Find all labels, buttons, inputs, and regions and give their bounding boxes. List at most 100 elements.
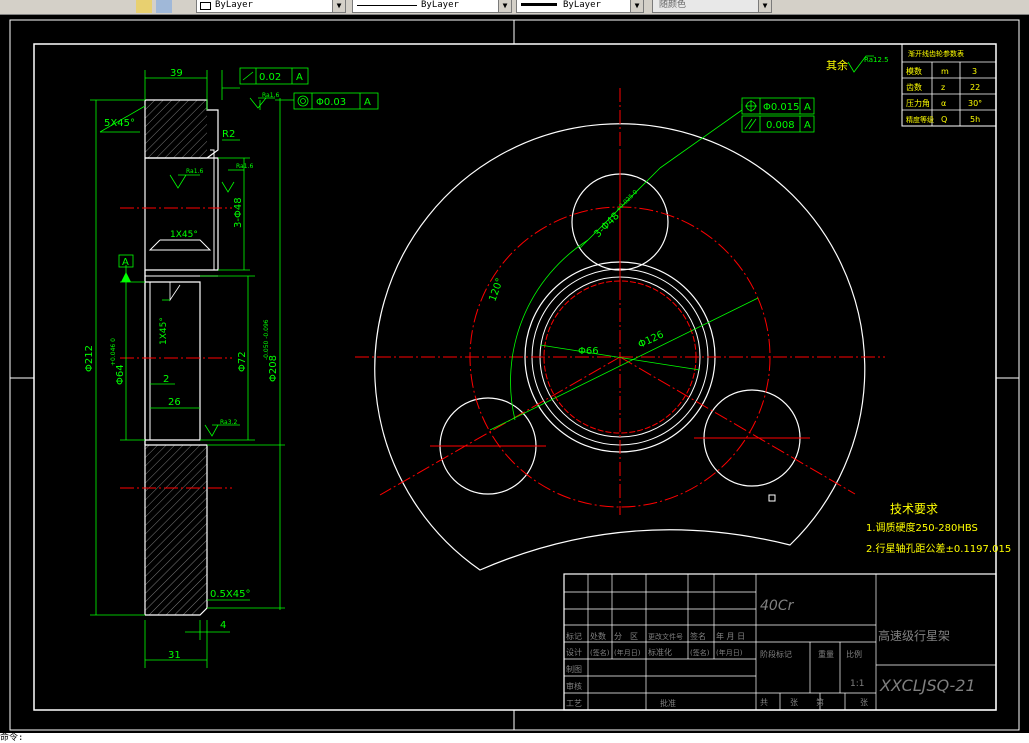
- dim-bore: Φ64: [115, 364, 126, 385]
- lineweight-dropdown[interactable]: ByLayer ▼: [516, 0, 644, 13]
- radius-label: R2: [222, 129, 235, 140]
- tb-stage-mark: 阶段标记: [760, 649, 792, 659]
- dim-66: Φ66: [578, 346, 599, 357]
- gear-row-symbol: z: [941, 83, 945, 92]
- gear-row-value: 3: [972, 67, 977, 76]
- dim-holes-front: 3-Φ48: [592, 211, 621, 240]
- scale-value: 1:1: [850, 679, 864, 689]
- dim-width-bottom: 31: [168, 650, 181, 661]
- lineweight-label: ByLayer: [563, 0, 601, 10]
- tb-header-zone: 区: [630, 632, 638, 641]
- section-view: A 0.02 A Φ0.03 A 39 31 4 26 2 5X45° 1X45…: [84, 67, 379, 668]
- color-dropdown[interactable]: ByLayer ▼: [196, 0, 346, 13]
- linetype-dropdown[interactable]: ByLayer ▼: [352, 0, 512, 13]
- gdt-parallel-value: 0.008: [766, 120, 795, 131]
- dim-26: 26: [168, 397, 181, 408]
- plotstyle-label: 随颜色: [659, 0, 687, 10]
- tb-row-draw: 制图: [566, 664, 582, 674]
- rest-roughness-label: 其余: [826, 58, 848, 72]
- layer-stack-icon[interactable]: [156, 0, 172, 13]
- tb-weight: 重量: [818, 649, 834, 659]
- plotstyle-dropdown[interactable]: 随颜色 ▼: [652, 0, 772, 13]
- tb-total: 共: [760, 698, 768, 707]
- gdt-position-datum: A: [804, 102, 811, 113]
- cursor-pickbox-icon: [768, 494, 776, 502]
- dim-width-top: 39: [170, 68, 183, 79]
- angle-120: 120°: [487, 277, 506, 303]
- gear-table-title: 渐开线齿轮参数表: [908, 49, 964, 58]
- linetype-sample: [357, 5, 417, 6]
- gear-parameter-table: 渐开线齿轮参数表 模数 m 3 齿数 z 22 压力角 α 30° 精度等级 Q…: [901, 43, 997, 127]
- gear-row-name: 压力角: [906, 98, 930, 108]
- tb-header-date: 年 月 日: [716, 631, 745, 641]
- drawing-canvas[interactable]: A 0.02 A Φ0.03 A 39 31 4 26 2 5X45° 1X45…: [0, 14, 1029, 733]
- color-label: ByLayer: [215, 0, 253, 10]
- tech-requirements-title: 技术要求: [890, 502, 938, 516]
- tech-requirement-1: 1.调质硬度250-280HBS: [866, 521, 978, 534]
- lineweight-sample: [521, 3, 557, 6]
- chamfer-inner: 1X45°: [159, 317, 169, 345]
- tech-requirement-2: 2.行星轴孔距公差±0.1197.015: [866, 542, 1011, 555]
- dim-72: Φ72: [237, 351, 248, 372]
- gear-row-name: 精度等级: [906, 115, 934, 124]
- gear-row-symbol: α: [941, 99, 946, 108]
- color-swatch: [200, 2, 211, 10]
- command-line[interactable]: 命令:: [0, 733, 1029, 743]
- gear-row-symbol: m: [941, 67, 949, 76]
- layer-tools-icon[interactable]: [136, 0, 152, 13]
- tb-row-design: 设计: [566, 647, 582, 657]
- gear-row-name: 模数: [906, 66, 922, 76]
- tb-header-mark: 标记: [566, 631, 582, 641]
- tb-header-doc: 更改文件号: [648, 632, 683, 641]
- gear-row-value: 30°: [968, 99, 982, 108]
- dim-outer-dia: Φ212: [84, 345, 95, 372]
- dim-gap: 4: [220, 620, 226, 631]
- rest-roughness-ra: Ra12.5: [864, 56, 889, 64]
- chevron-down-icon: ▼: [498, 0, 511, 12]
- gdt-flatness-value: 0.02: [259, 72, 281, 83]
- chevron-down-icon: ▼: [630, 0, 643, 12]
- dim-bore-tolerance: +0.046 0: [110, 338, 117, 366]
- tb-header-count: 处数: [590, 631, 606, 641]
- roughness-ra16-b: Ra1.6: [236, 163, 253, 170]
- tb-no: 第: [816, 697, 824, 707]
- roughness-ra16: Ra1.6: [186, 168, 203, 175]
- tb-ratio: 比例: [846, 649, 862, 659]
- dim-2: 2: [163, 374, 169, 385]
- tb-sheet-2: 张: [860, 698, 868, 707]
- command-prompt: 命令:: [0, 733, 24, 743]
- gdt-flatness-datum: A: [296, 72, 303, 83]
- chevron-down-icon: ▼: [332, 0, 345, 12]
- gdt-coaxiality-value: Φ0.03: [316, 97, 346, 108]
- tb-row-date-2: (年月日): [716, 648, 743, 657]
- tb-row-sign-2: (签名): [690, 648, 710, 657]
- tb-row-approve: 批准: [660, 698, 676, 708]
- gear-row-value: 22: [970, 83, 980, 92]
- gdt-position-value: Φ0.015: [763, 102, 800, 113]
- drawing-number: XXCLJSQ-21: [879, 676, 976, 695]
- dim-holes: 3-Φ48: [233, 197, 244, 228]
- tb-row-date: (年月日): [614, 648, 641, 657]
- part-name: 高速级行星架: [878, 628, 950, 643]
- chamfer-bottom: 0.5X45°: [210, 589, 250, 600]
- properties-toolbar: ByLayer ▼ ByLayer ▼ ByLayer ▼ 随颜色 ▼: [0, 0, 1029, 15]
- gdt-coaxiality-datum: A: [364, 97, 371, 108]
- gear-row-name: 齿数: [906, 82, 922, 92]
- notes: 其余 Ra12.5 技术要求 1.调质硬度250-280HBS 2.行星轴孔距公…: [826, 55, 1011, 555]
- front-view: Φ0.015 A 0.008 A Φ66 Φ126 120° 3-Φ48 +0.…: [355, 88, 885, 571]
- tb-row-std: 标准化: [648, 647, 672, 657]
- tb-header-sign: 签名: [690, 631, 706, 641]
- chamfer-mid: 1X45°: [170, 230, 198, 240]
- chamfer-top: 5X45°: [104, 118, 135, 129]
- gdt-parallel-datum: A: [804, 120, 811, 131]
- tb-row-sign: (签名): [590, 648, 610, 657]
- roughness-ra16-c: Ra1.6: [262, 92, 279, 99]
- datum-label: A: [122, 257, 129, 268]
- dim-208-tolerance: -0.050 -0.096: [263, 319, 270, 360]
- gear-row-value: 5h: [970, 115, 980, 124]
- holes-tolerance: +0.025 0: [614, 189, 639, 214]
- chevron-down-icon: ▼: [758, 0, 771, 12]
- linetype-label: ByLayer: [421, 0, 459, 10]
- tb-header-div: 分: [614, 632, 622, 641]
- title-block: 40Cr 高速级行星架 XXCLJSQ-21 1:1 标记 处数 分 区 更改文…: [563, 573, 997, 711]
